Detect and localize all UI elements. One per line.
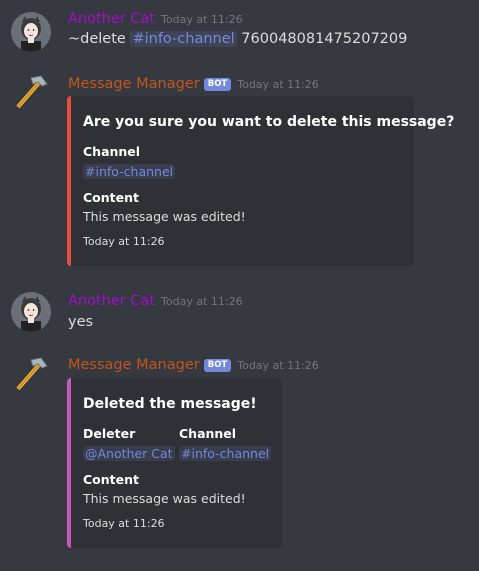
message-header: Message Manager BOT Today at 11:26 bbox=[68, 355, 319, 375]
bot-tag: BOT bbox=[203, 78, 232, 91]
field-value: @Another Cat bbox=[83, 445, 175, 462]
embed: Are you sure you want to delete this mes… bbox=[67, 96, 454, 266]
embed-footer: Today at 11:26 bbox=[83, 517, 165, 530]
field-value: #info-channel bbox=[179, 445, 272, 462]
field-name: Content bbox=[83, 190, 139, 205]
field-value: This message was edited! bbox=[83, 491, 246, 506]
timestamp: Today at 11:26 bbox=[237, 359, 319, 372]
channel-mention[interactable]: #info-channel bbox=[179, 446, 272, 461]
message-content: ~delete #info-channel 760048081475207209 bbox=[68, 29, 407, 49]
field-name: Channel bbox=[179, 426, 237, 441]
user-mention[interactable]: @Another Cat bbox=[83, 446, 175, 461]
message-header: Another Cat Today at 11:26 bbox=[68, 291, 243, 311]
cat-avatar-icon[interactable] bbox=[11, 12, 51, 52]
field-value: #info-channel bbox=[83, 163, 176, 180]
field-name: Deleter bbox=[83, 426, 136, 441]
message-content: yes bbox=[68, 314, 94, 330]
timestamp: Today at 11:26 bbox=[161, 13, 243, 26]
embed-footer: Today at 11:26 bbox=[83, 235, 165, 248]
field-name: Channel bbox=[83, 144, 141, 159]
hammer-icon[interactable] bbox=[11, 354, 51, 394]
channel-mention[interactable]: #info-channel bbox=[83, 164, 176, 179]
embed-title: Are you sure you want to delete this mes… bbox=[83, 114, 455, 130]
message-header: Another Cat Today at 11:26 bbox=[68, 9, 243, 29]
cat-avatar-icon[interactable] bbox=[11, 292, 51, 332]
message-id-text: 760048081475207209 bbox=[241, 31, 408, 47]
field-name: Content bbox=[83, 472, 139, 487]
timestamp: Today at 11:26 bbox=[161, 295, 243, 308]
embed: Deleted the message! Deleter @Another Ca… bbox=[67, 378, 282, 548]
author-name[interactable]: Message Manager bbox=[68, 76, 200, 92]
hammer-icon[interactable] bbox=[11, 72, 51, 112]
message-header: Message Manager BOT Today at 11:26 bbox=[68, 74, 319, 94]
command-text: ~delete bbox=[68, 31, 126, 47]
author-name[interactable]: Another Cat bbox=[68, 293, 155, 309]
author-name[interactable]: Another Cat bbox=[68, 11, 155, 27]
channel-mention[interactable]: #info-channel bbox=[130, 31, 237, 47]
bot-tag: BOT bbox=[203, 359, 232, 372]
author-name[interactable]: Message Manager bbox=[68, 357, 200, 373]
field-value: This message was edited! bbox=[83, 209, 246, 224]
timestamp: Today at 11:26 bbox=[237, 78, 319, 91]
embed-title: Deleted the message! bbox=[83, 396, 257, 412]
